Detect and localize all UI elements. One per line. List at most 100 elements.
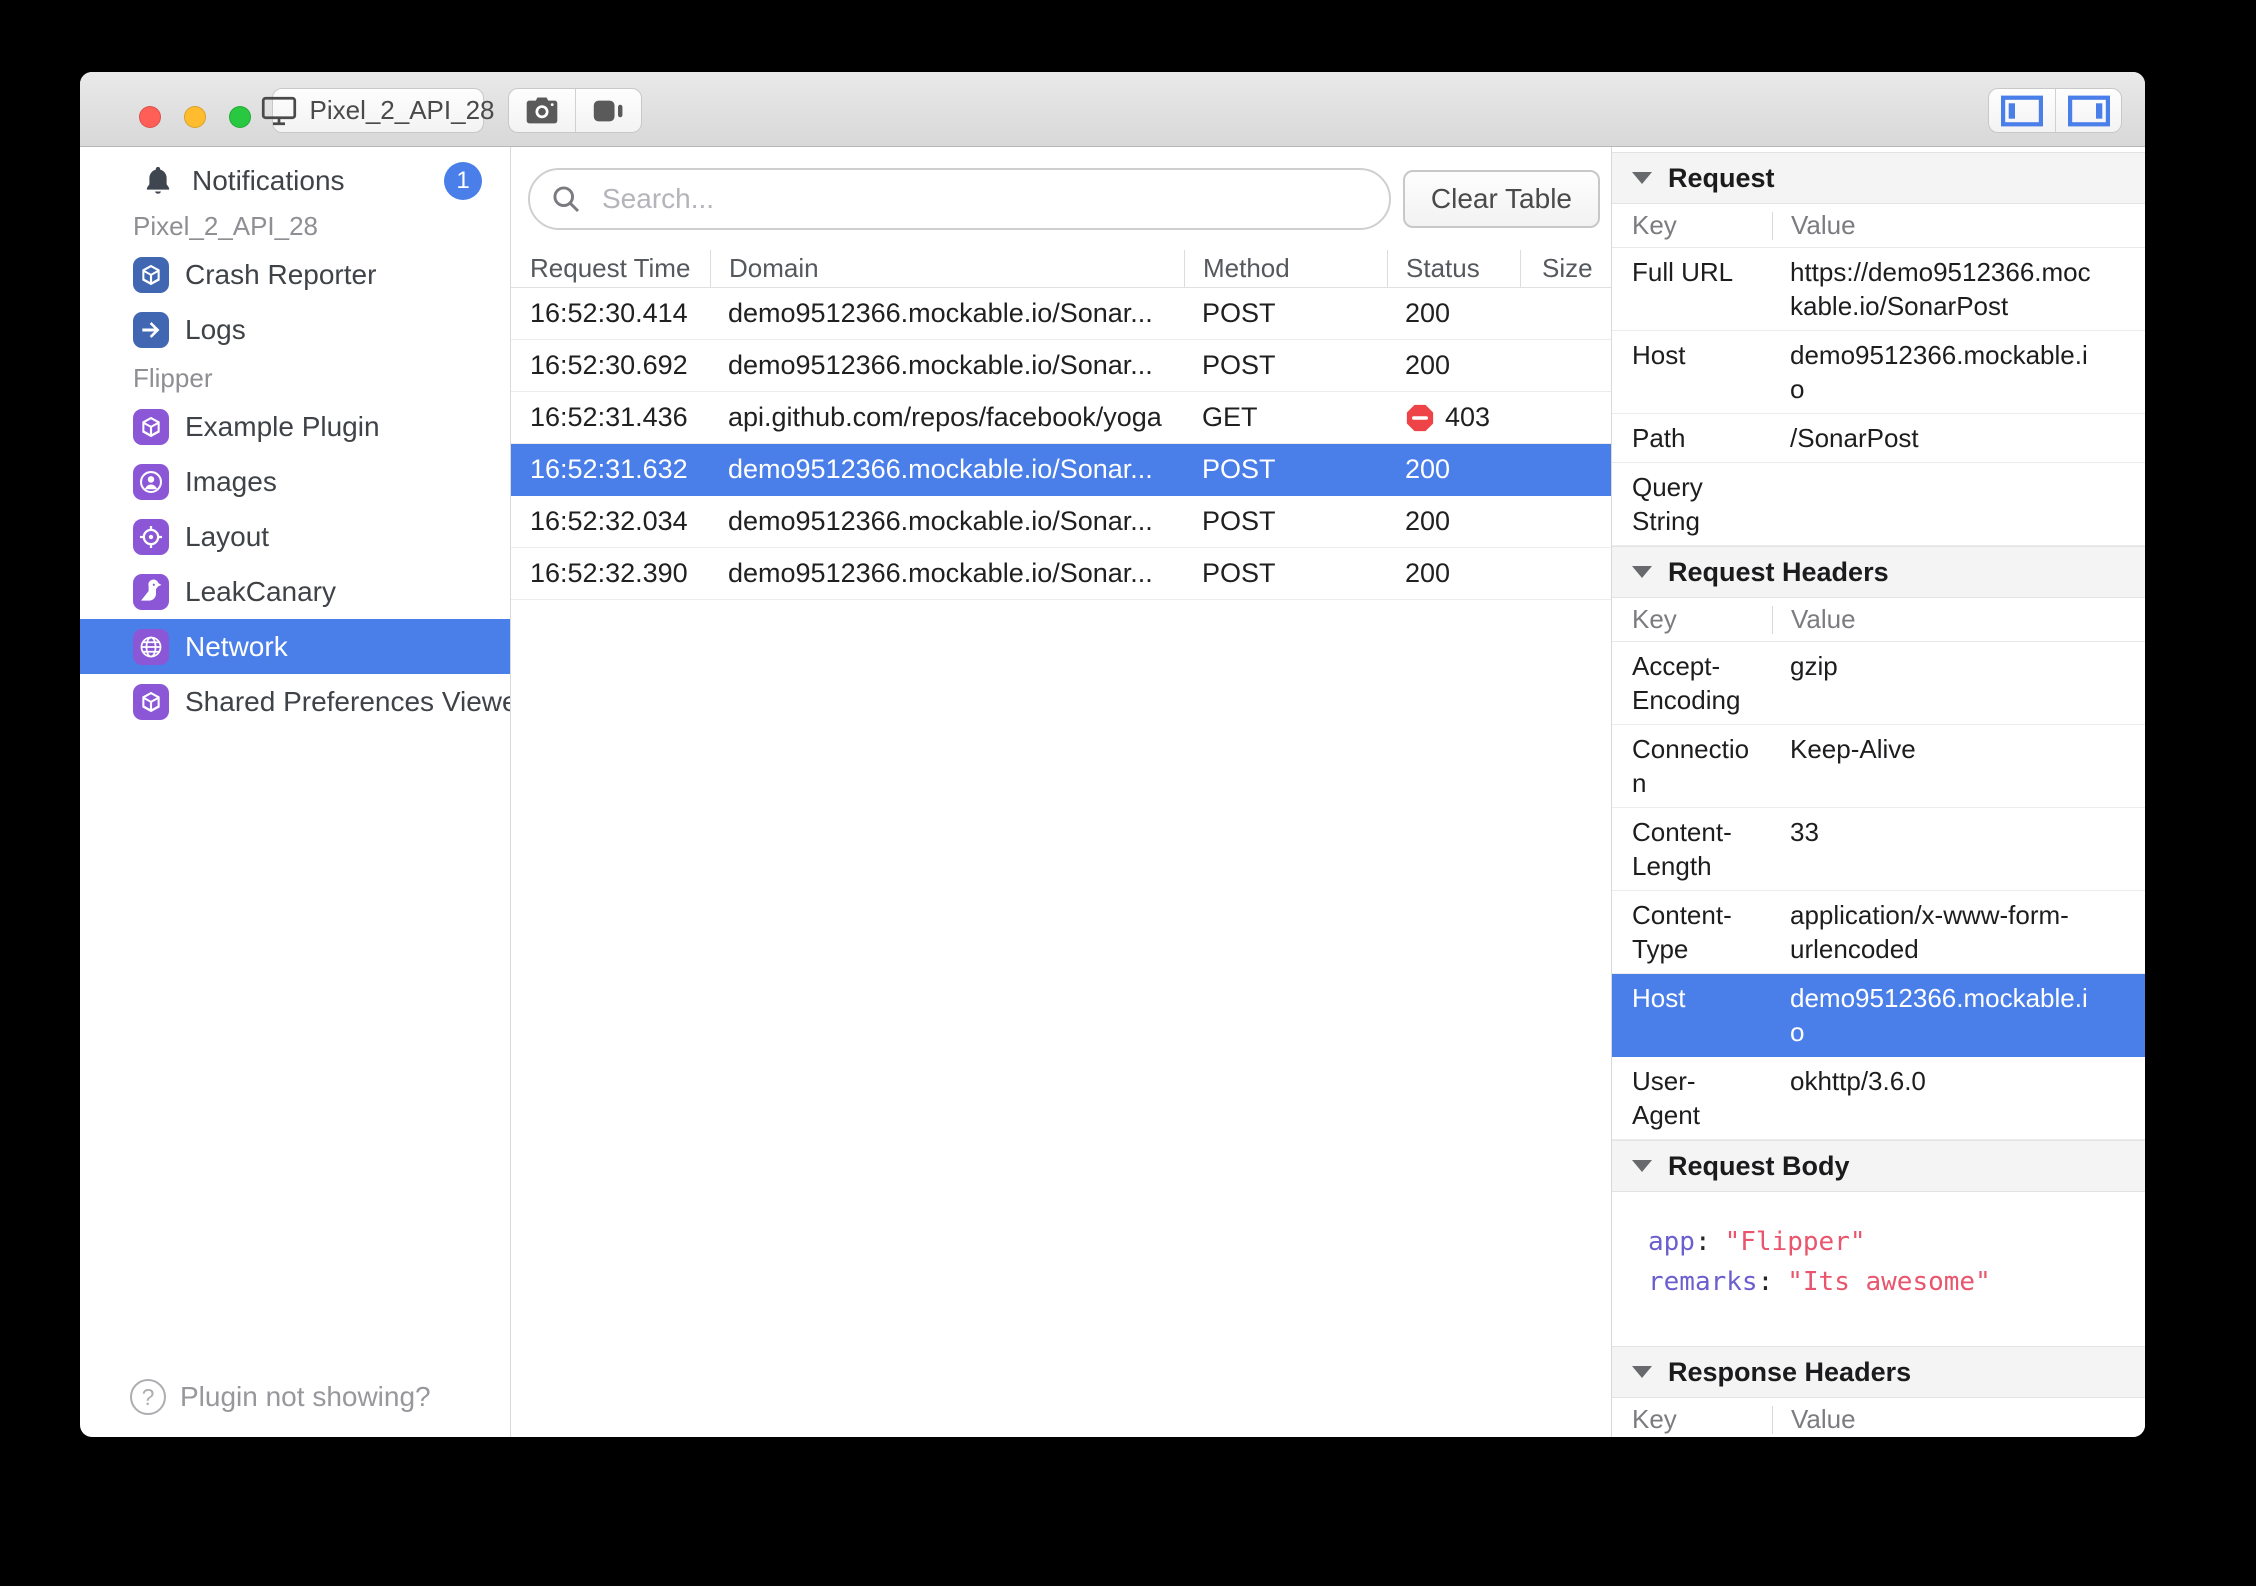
kv-row-selected[interactable]: Host demo9512366.mockable.io bbox=[1612, 974, 2145, 1057]
cell-method: POST bbox=[1202, 350, 1276, 380]
table-row[interactable]: 16:52:32.034 demo9512366.mockable.io/Son… bbox=[511, 496, 1611, 548]
section-title: Request bbox=[1668, 162, 1775, 193]
maximize-window-button[interactable] bbox=[229, 106, 251, 128]
cube-icon bbox=[133, 408, 169, 445]
sidebar-section-device: Pixel_2_API_28 bbox=[133, 210, 319, 241]
cell-size bbox=[1520, 496, 1611, 547]
chevron-down-icon bbox=[1632, 172, 1652, 184]
sidebar-item-label: LeakCanary bbox=[185, 575, 336, 607]
column-header-domain[interactable]: Domain bbox=[710, 250, 1184, 287]
user-circle-icon bbox=[133, 463, 169, 500]
cell-method: POST bbox=[1202, 454, 1276, 484]
status-code: 403 bbox=[1445, 402, 1491, 432]
cell-request-time: 16:52:32.034 bbox=[530, 506, 688, 536]
column-header-request-time[interactable]: Request Time bbox=[511, 250, 710, 287]
video-camera-icon bbox=[593, 100, 622, 121]
kv-header-value: Value bbox=[1772, 604, 2145, 634]
kv-row[interactable]: Connection Keep-Alive bbox=[1612, 725, 2145, 808]
clear-table-button[interactable]: Clear Table bbox=[1402, 169, 1600, 228]
sidebar-item-shared-preferences-viewer[interactable]: Shared Preferences Viewer bbox=[80, 674, 510, 729]
kv-row[interactable]: Content-Length 33 bbox=[1612, 808, 2145, 891]
help-icon: ? bbox=[130, 1379, 166, 1415]
sidebar-item-images[interactable]: Images bbox=[80, 454, 510, 509]
bell-icon bbox=[140, 163, 176, 199]
cell-status: 200 bbox=[1405, 298, 1451, 328]
plugin-not-showing-link[interactable]: ? Plugin not showing? bbox=[80, 1375, 510, 1419]
kv-table-header: Key Value bbox=[1612, 598, 2145, 642]
column-header-status[interactable]: Status bbox=[1387, 250, 1520, 287]
sidebar-item-notifications[interactable]: Notifications 1 bbox=[80, 157, 510, 205]
cell-size bbox=[1520, 548, 1611, 599]
table-row[interactable]: 16:52:30.414 demo9512366.mockable.io/Son… bbox=[511, 288, 1611, 340]
cell-status: 200 bbox=[1405, 558, 1451, 588]
sidebar-item-layout[interactable]: Layout bbox=[80, 509, 510, 564]
search-input[interactable] bbox=[528, 167, 1391, 230]
chevron-down-icon bbox=[1632, 566, 1652, 578]
table-row[interactable]: 16:52:31.436 api.github.com/repos/facebo… bbox=[511, 392, 1611, 444]
kv-value bbox=[1772, 470, 2092, 538]
chevron-down-icon bbox=[1632, 1160, 1652, 1172]
body-value: "Its awesome" bbox=[1787, 1267, 1991, 1297]
kv-value: 33 bbox=[1790, 817, 1819, 847]
cell-request-time: 16:52:31.436 bbox=[530, 402, 688, 432]
kv-key: Host bbox=[1632, 340, 1686, 370]
kv-value: application/x-www-form-urlencoded bbox=[1790, 900, 2069, 964]
left-panel-icon bbox=[2001, 95, 2043, 126]
toggle-right-sidebar-button[interactable] bbox=[2055, 89, 2121, 132]
sidebar-item-label: Shared Preferences Viewer bbox=[185, 685, 510, 717]
panel-toggle-group bbox=[1988, 88, 2122, 133]
kv-key: Query String bbox=[1632, 472, 1703, 536]
kv-table-header: Key Value bbox=[1612, 204, 2145, 248]
cell-request-time: 16:52:30.414 bbox=[530, 298, 688, 328]
bird-icon bbox=[133, 573, 169, 610]
kv-row[interactable]: Accept-Encoding gzip bbox=[1612, 642, 2145, 725]
column-header-size[interactable]: Size bbox=[1520, 250, 1611, 287]
minimize-window-button[interactable] bbox=[184, 106, 206, 128]
search-icon bbox=[553, 185, 580, 212]
sidebar-item-leakcanary[interactable]: LeakCanary bbox=[80, 564, 510, 619]
cell-method: POST bbox=[1202, 558, 1276, 588]
kv-row[interactable]: Path /SonarPost bbox=[1612, 414, 2145, 463]
section-header-request-body[interactable]: Request Body bbox=[1612, 1140, 2145, 1192]
cube-icon bbox=[133, 683, 169, 720]
cell-method: POST bbox=[1202, 298, 1276, 328]
kv-row[interactable]: Content-Type application/x-www-form-urle… bbox=[1612, 891, 2145, 974]
request-details-panel: Request Key Value Full URL https://demo9… bbox=[1612, 147, 2145, 1437]
table-row[interactable]: 16:52:32.390 demo9512366.mockable.io/Son… bbox=[511, 548, 1611, 600]
body-entry: remarks "Its awesome" bbox=[1648, 1262, 2135, 1302]
plugin-sidebar: Notifications 1 Pixel_2_API_28 Crash Rep… bbox=[80, 147, 511, 1437]
kv-row[interactable]: Full URL https://demo9512366.mockable.io… bbox=[1612, 248, 2145, 331]
titlebar[interactable]: Pixel_2_API_28 bbox=[80, 72, 2145, 147]
kv-value: Keep-Alive bbox=[1790, 734, 1916, 764]
sidebar-item-logs[interactable]: Logs bbox=[80, 302, 510, 357]
sidebar-item-label: Logs bbox=[185, 313, 246, 345]
globe-icon bbox=[133, 628, 169, 665]
device-selector-button[interactable]: Pixel_2_API_28 bbox=[262, 88, 495, 133]
kv-row[interactable]: Query String bbox=[1612, 463, 2145, 546]
table-row-selected[interactable]: 16:52:31.632 demo9512366.mockable.io/Son… bbox=[511, 444, 1611, 496]
section-header-response-headers[interactable]: Response Headers bbox=[1612, 1346, 2145, 1398]
close-window-button[interactable] bbox=[139, 106, 161, 128]
cell-domain: demo9512366.mockable.io/Sonar... bbox=[728, 506, 1153, 536]
kv-table-header: Key Value bbox=[1612, 1398, 2145, 1437]
kv-row[interactable]: User-Agent okhttp/3.6.0 bbox=[1612, 1057, 2145, 1140]
kv-row[interactable]: Host demo9512366.mockable.io bbox=[1612, 331, 2145, 414]
screen-record-button[interactable] bbox=[575, 89, 641, 132]
section-title: Response Headers bbox=[1668, 1356, 1912, 1387]
column-header-method[interactable]: Method bbox=[1184, 250, 1387, 287]
toggle-left-sidebar-button[interactable] bbox=[1989, 89, 2055, 132]
sidebar-item-label: Images bbox=[185, 465, 277, 497]
capture-button-group bbox=[508, 88, 642, 133]
table-row[interactable]: 16:52:30.692 demo9512366.mockable.io/Son… bbox=[511, 340, 1611, 392]
section-title: Request Headers bbox=[1668, 556, 1889, 587]
kv-key: User-Agent bbox=[1632, 1066, 1700, 1130]
section-header-request-headers[interactable]: Request Headers bbox=[1612, 546, 2145, 598]
section-header-request[interactable]: Request bbox=[1612, 152, 2145, 204]
notification-badge: 1 bbox=[444, 162, 482, 200]
screenshot-button[interactable] bbox=[509, 89, 575, 132]
kv-value: https://demo9512366.mockable.io/SonarPos… bbox=[1790, 257, 2091, 321]
kv-header-key: Key bbox=[1632, 210, 1677, 240]
sidebar-item-crash-reporter[interactable]: Crash Reporter bbox=[80, 247, 510, 302]
sidebar-item-network[interactable]: Network bbox=[80, 619, 510, 674]
sidebar-item-example-plugin[interactable]: Example Plugin bbox=[80, 399, 510, 454]
